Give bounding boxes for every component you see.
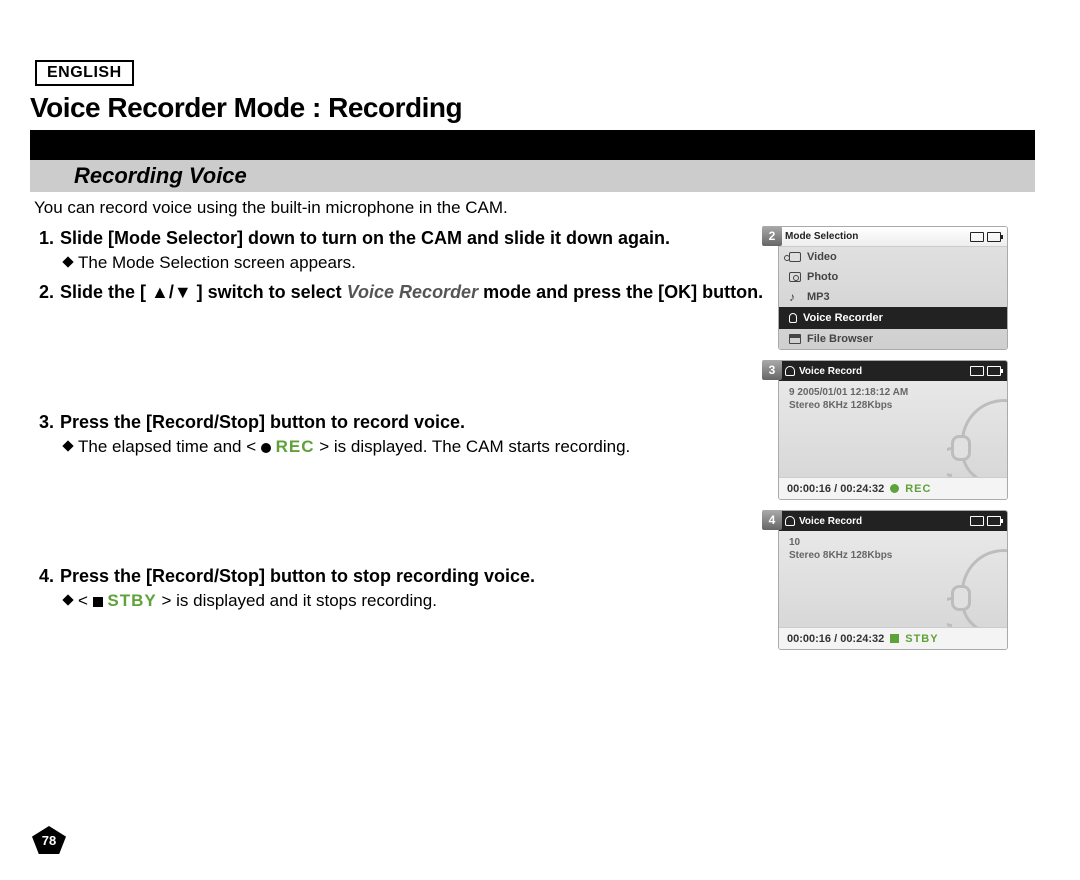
spacer (30, 310, 770, 410)
screen-header: Voice Record (779, 361, 1007, 381)
screen-footer: 00:00:16 / 00:24:32 STBY (779, 627, 1007, 649)
screen-header: Voice Record (779, 511, 1007, 531)
record-dot-icon (890, 484, 899, 493)
time-counter: 00:00:16 / 00:24:32 (787, 483, 884, 495)
page-number-badge: 78 (32, 826, 66, 854)
mode-item-voice-recorder[interactable]: Voice Recorder (779, 307, 1007, 329)
bullet-diamond-icon (62, 256, 73, 267)
step-main-text: Slide [Mode Selector] down to turn on th… (60, 226, 770, 250)
screen-voice-record-stby: 4 Voice Record 10 Stereo 8KHz 128Kbps (778, 510, 1038, 650)
page-number: 78 (32, 826, 66, 854)
screen-badge: 3 (762, 360, 782, 380)
subtitle-bar: Recording Voice (30, 160, 1035, 192)
title-divider (30, 130, 1035, 160)
status-icons (970, 232, 1001, 242)
status-icons (970, 366, 1001, 376)
mode-item-photo[interactable]: Photo (779, 267, 1007, 287)
video-icon (789, 252, 801, 262)
record-dot-icon (261, 443, 271, 453)
step-number: 2. (30, 280, 60, 304)
record-info-line: 10 (789, 537, 997, 548)
step-main-text: Press the [Record/Stop] button to record… (60, 410, 770, 434)
intro-text: You can record voice using the built-in … (34, 198, 1050, 218)
mic-icon (785, 366, 795, 376)
step-1: 1. Slide [Mode Selector] down to turn on… (30, 226, 770, 274)
mode-list: Video Photo MP3 Voice Recorder File Brow… (779, 247, 1007, 349)
battery-icon (987, 516, 1001, 526)
step-sub-text: The Mode Selection screen appears. (60, 252, 770, 274)
bullet-diamond-icon (62, 440, 73, 451)
content-row: 1. Slide [Mode Selector] down to turn on… (30, 226, 1050, 660)
step-number: 4. (30, 564, 60, 612)
screen-footer: 00:00:16 / 00:24:32 REC (779, 477, 1007, 499)
step-2: 2. Slide the [ ▲/▼ ] switch to select Vo… (30, 280, 770, 304)
step-number: 1. (30, 226, 60, 274)
step-sub-text: The elapsed time and < REC > is displaye… (60, 436, 770, 458)
screen-body: 9 2005/01/01 12:18:12 AM Stereo 8KHz 128… (779, 381, 1007, 499)
page-title: Voice Recorder Mode : Recording (30, 92, 1050, 124)
language-badge: ENGLISH (35, 60, 134, 86)
step-3: 3. Press the [Record/Stop] button to rec… (30, 410, 770, 458)
status-icons (970, 516, 1001, 526)
bullet-diamond-icon (62, 594, 73, 605)
screen-body: 10 Stereo 8KHz 128Kbps 00:00:16 / 00:24:… (779, 531, 1007, 649)
card-icon (970, 366, 984, 376)
step-main-text: Press the [Record/Stop] button to stop r… (60, 564, 770, 588)
steps-column: 1. Slide [Mode Selector] down to turn on… (30, 226, 770, 660)
mode-item-mp3[interactable]: MP3 (779, 287, 1007, 307)
stop-square-icon (93, 597, 103, 607)
time-counter: 00:00:16 / 00:24:32 (787, 633, 884, 645)
screen-mode-selection: 2 Mode Selection Video Photo MP3 Voice R… (778, 226, 1038, 350)
screen-header: Mode Selection (779, 227, 1007, 247)
folder-icon (789, 334, 801, 344)
status-tag: STBY (905, 633, 938, 645)
stop-square-icon (890, 634, 899, 643)
screen-badge: 4 (762, 510, 782, 530)
step-sub-text: < STBY > is displayed and it stops recor… (60, 590, 770, 612)
photo-icon (789, 272, 801, 282)
head-silhouette-icon (947, 549, 1008, 635)
step-number: 3. (30, 410, 60, 458)
battery-icon (987, 232, 1001, 242)
manual-page: ENGLISH Voice Recorder Mode : Recording … (0, 0, 1080, 880)
mode-item-video[interactable]: Video (779, 247, 1007, 267)
head-silhouette-icon (947, 399, 1008, 485)
screen-title: Mode Selection (785, 231, 858, 242)
music-icon (789, 292, 801, 302)
card-icon (970, 232, 984, 242)
screen-title: Voice Record (799, 516, 862, 527)
mode-item-file-browser[interactable]: File Browser (779, 329, 1007, 349)
step-4: 4. Press the [Record/Stop] button to sto… (30, 564, 770, 612)
step-main-text: Slide the [ ▲/▼ ] switch to select Voice… (60, 280, 770, 304)
screens-column: 2 Mode Selection Video Photo MP3 Voice R… (778, 226, 1038, 660)
mic-icon (785, 516, 795, 526)
screen-badge: 2 (762, 226, 782, 246)
subtitle-text: Recording Voice (74, 163, 247, 189)
battery-icon (987, 366, 1001, 376)
screen-voice-record-rec: 3 Voice Record 9 2005/01/01 12:18:12 AM … (778, 360, 1038, 500)
card-icon (970, 516, 984, 526)
status-tag: REC (905, 483, 931, 495)
record-info-line: 9 2005/01/01 12:18:12 AM (789, 387, 997, 398)
spacer (30, 464, 770, 564)
mic-icon (789, 313, 797, 323)
screen-title: Voice Record (799, 366, 862, 377)
